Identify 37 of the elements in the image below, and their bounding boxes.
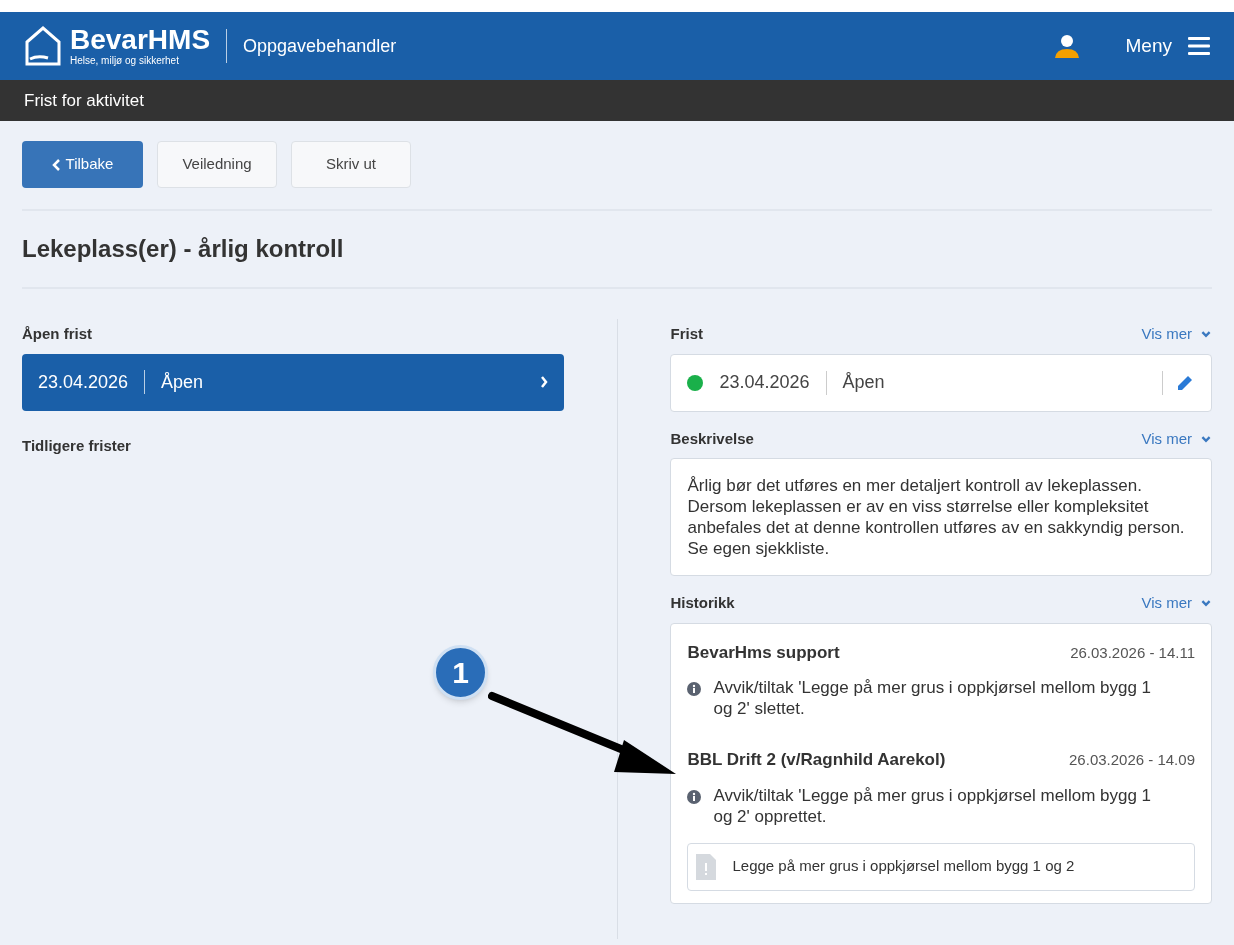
history-author: BevarHms support xyxy=(687,641,840,664)
show-more-link[interactable]: Vis mer xyxy=(1141,427,1212,450)
document-warning-icon xyxy=(696,853,717,880)
toolbar-button[interactable]: Veiledning xyxy=(157,141,277,188)
subheader-title: Frist for aktivitet xyxy=(24,89,144,112)
info-icon xyxy=(687,682,702,696)
toolbar-button[interactable]: Skriv ut xyxy=(291,141,411,188)
chevron-left-icon xyxy=(51,158,62,171)
menu-icon xyxy=(1188,36,1210,56)
deadline-date: 23.04.2026 xyxy=(719,371,810,394)
house-hand-logo-icon xyxy=(24,25,62,67)
info-icon xyxy=(687,789,702,804)
attachment-item[interactable]: Legge på mer grus i oppkjørsel mellom bygg 1 og 2 xyxy=(687,842,1195,891)
open-deadline-label: Åpen frist xyxy=(22,324,93,344)
show-more-link[interactable]: Vis mer xyxy=(1141,592,1212,615)
open-deadline-item[interactable]: 23.04.2026 Åpen xyxy=(22,353,564,411)
brand-name: BevarHMS xyxy=(70,26,211,54)
section-title: Beskrivelse xyxy=(670,428,754,449)
description-text: Årlig bør det utføres en mer detaljert kontroll av lekeplassen. Dersom lekeplassen er av en viss størrelse eller kompleksitet anbefales det at denne kontrollen utføres av en sakkyndig person. Se egen sjekkliste. xyxy=(687,475,1186,559)
back-button[interactable]: Tilbake xyxy=(22,141,143,188)
brand-tagline: Helse, miljø og sikkerhet xyxy=(70,56,180,66)
app-title: Oppgavebehandler xyxy=(243,34,397,58)
section-title: Historikk xyxy=(670,593,735,613)
show-more-link[interactable]: Vis mer xyxy=(1141,323,1212,346)
section-title: Frist xyxy=(670,324,703,344)
attachment-label: Legge på mer grus i oppkjørsel mellom bygg 1 og 2 xyxy=(732,856,1075,877)
history-time: 26.03.2026 - 14.11 xyxy=(1070,642,1195,663)
history-author: BBL Drift 2 (v/Ragnhild Aarekol) xyxy=(687,749,946,771)
previous-deadlines-label: Tidligere frister xyxy=(22,435,132,456)
deadline-status: Åpen xyxy=(842,371,885,394)
user-icon[interactable] xyxy=(1053,33,1080,59)
history-message: Avvik/tiltak 'Legge på mer grus i oppkjørsel mellom bygg 1 og 2' opprettet. xyxy=(713,784,1153,827)
history-time: 26.03.2026 - 14.09 xyxy=(1069,750,1195,770)
history-message: Avvik/tiltak 'Legge på mer grus i oppkjørsel mellom bygg 1 og 2' slettet. xyxy=(713,677,1153,719)
page-title: Lekeplass(er) - årlig kontroll xyxy=(22,234,345,264)
chevron-right-icon xyxy=(539,376,548,388)
menu-button[interactable]: Meny xyxy=(1125,31,1210,61)
